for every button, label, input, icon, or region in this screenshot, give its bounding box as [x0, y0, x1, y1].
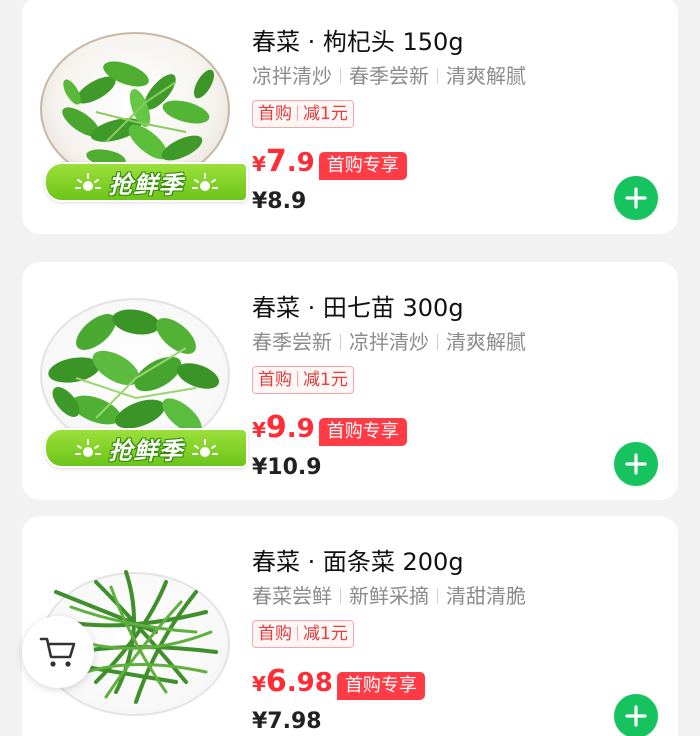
promo-banner-text: 抢鲜季 — [108, 436, 184, 465]
product-tag: 凉拌清炒 — [252, 64, 332, 88]
sun-icon — [74, 439, 101, 457]
product-tags: 凉拌清炒 春季尝新 清爽解腻 — [252, 62, 658, 90]
product-info: 春菜 · 田七苗 300g 春季尝新 凉拌清炒 清爽解腻 首购 减1元 ¥9.9 首购… — [252, 292, 658, 482]
product-tags: 春季尝新 凉拌清炒 清爽解腻 — [252, 328, 658, 356]
product-tag: 凉拌清炒 — [349, 330, 429, 354]
promo-banner: 抢鲜季 — [44, 428, 248, 468]
original-price: ¥8.9 — [252, 189, 307, 214]
product-info: 春菜 · 枸杞头 150g 凉拌清炒 春季尝新 清爽解腻 首购 减1元 ¥7.9 首购… — [252, 26, 658, 216]
price-row: ¥9.9 首购专享 — [252, 410, 658, 448]
price-row: ¥7.9 首购专享 — [252, 144, 658, 182]
product-tag: 春季尝新 — [252, 330, 332, 354]
product-tags: 春菜尝鲜 新鲜采摘 清甜清脆 — [252, 582, 658, 610]
product-info: 春菜 · 面条菜 200g 春菜尝鲜 新鲜采摘 清甜清脆 首购 减1元 ¥6.98 首… — [252, 546, 658, 736]
current-price: ¥9.9 — [252, 410, 315, 445]
product-tag: 春菜尝鲜 — [252, 584, 332, 608]
product-title[interactable]: 春菜 · 田七苗 300g — [252, 292, 658, 324]
tag-divider — [340, 334, 341, 350]
sun-icon — [191, 173, 218, 191]
promo-banner-text: 抢鲜季 — [108, 170, 184, 199]
product-list: 抢鲜季 春菜 · 枸杞头 150g 凉拌清炒春季尝新清爽解腻 首购减1元 — [0, 0, 700, 736]
cart-icon — [39, 637, 76, 667]
product-card[interactable]: 春菜 · 面条菜 200g 春菜尝鲜 新鲜采摘 清甜清脆 首购 减1元 ¥6.98 首… — [22, 516, 678, 736]
product-tag: 清爽解腻 — [446, 64, 526, 88]
tag-divider — [340, 68, 341, 84]
product-tag: 清爽解腻 — [446, 330, 526, 354]
first-buy-tag: 首购专享 — [318, 418, 407, 446]
product-tag: 清甜清脆 — [446, 584, 526, 608]
sun-icon — [74, 173, 101, 191]
coupon-amount: 减1元 — [303, 370, 348, 390]
coupon-first-label: 首购 — [258, 624, 292, 644]
coupon-first-label: 首购 — [258, 370, 292, 390]
product-tag: 新鲜采摘 — [349, 584, 429, 608]
tag-divider — [340, 588, 341, 604]
current-price: ¥7.9 — [252, 144, 315, 179]
product-image[interactable]: 抢鲜季 — [36, 278, 248, 474]
sun-icon — [191, 439, 218, 457]
plus-icon — [625, 187, 647, 209]
add-to-cart-button[interactable] — [614, 694, 658, 736]
original-price: ¥10.9 — [252, 455, 322, 480]
current-price: ¥6.98 — [252, 664, 333, 699]
product-title[interactable]: 春菜 · 面条菜 200g — [252, 546, 658, 578]
tag-divider — [437, 68, 438, 84]
product-image[interactable]: 抢鲜季 — [36, 12, 248, 208]
floating-cart-button[interactable] — [22, 616, 94, 688]
product-card[interactable]: 抢鲜季 春菜 · 枸杞头 150g 凉拌清炒春季尝新清爽解腻 首购减1元 — [22, 0, 678, 234]
plus-icon — [625, 705, 647, 727]
tag-divider — [437, 588, 438, 604]
tag-divider — [437, 334, 438, 350]
product-title[interactable]: 春菜 · 枸杞头 150g — [252, 26, 658, 58]
plus-icon — [625, 453, 647, 475]
coupon-first-label: 首购 — [258, 104, 292, 124]
product-tag: 春季尝新 — [349, 64, 429, 88]
coupon-badge: 首购 减1元 — [252, 366, 354, 394]
original-price: ¥7.98 — [252, 709, 322, 734]
product-card[interactable]: 抢鲜季 春菜 · 田七苗 300g 春季尝新凉拌清炒清爽解腻 首购减1元 — [22, 262, 678, 500]
promo-banner: 抢鲜季 — [44, 162, 248, 202]
coupon-badge: 首购 减1元 — [252, 620, 354, 648]
add-to-cart-button[interactable] — [614, 176, 658, 220]
first-buy-tag: 首购专享 — [336, 672, 425, 700]
coupon-amount: 减1元 — [303, 624, 348, 644]
add-to-cart-button[interactable] — [614, 442, 658, 486]
first-buy-tag: 首购专享 — [318, 152, 407, 180]
price-row: ¥6.98 首购专享 — [252, 664, 658, 702]
coupon-badge: 首购 减1元 — [252, 100, 354, 128]
coupon-amount: 减1元 — [303, 104, 348, 124]
